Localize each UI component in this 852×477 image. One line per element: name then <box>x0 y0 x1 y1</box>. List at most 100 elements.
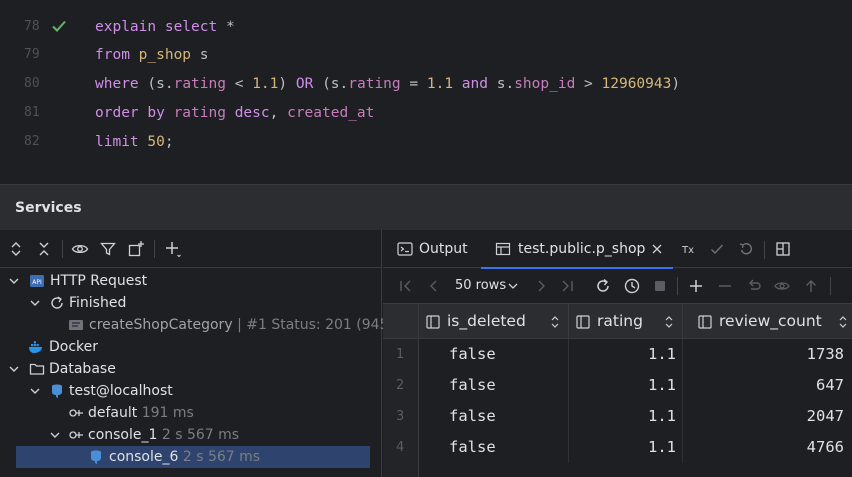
chevron-down-icon[interactable] <box>28 296 42 310</box>
results-grid[interactable]: is_deleted rating review_count 1 false 1… <box>383 304 852 477</box>
stop-icon[interactable] <box>651 277 669 295</box>
results-panel: Output test.public.p_shop Tx 50 rows is_… <box>383 230 852 477</box>
tree-item-database[interactable]: Database <box>0 358 382 380</box>
chevron-down-icon[interactable] <box>7 274 21 288</box>
folder-icon <box>29 363 45 375</box>
sql-keyword: desc <box>234 105 270 121</box>
eye-icon[interactable] <box>71 240 89 258</box>
collapse-all-icon[interactable] <box>35 240 53 258</box>
refresh-icon <box>51 296 63 309</box>
tree-item-session-console1[interactable]: console_1 2 s 567 ms <box>0 424 382 446</box>
table-cell[interactable]: false <box>419 432 569 463</box>
first-page-icon[interactable] <box>397 277 415 295</box>
table-cell[interactable]: 4766 <box>683 432 850 463</box>
rows-per-page-select[interactable]: 50 rows <box>455 268 518 304</box>
chevron-down-icon[interactable] <box>28 384 42 398</box>
layout-icon[interactable] <box>775 241 791 257</box>
chevron-down-icon <box>508 283 518 289</box>
rollback-icon[interactable] <box>738 241 754 257</box>
table-cell[interactable]: false <box>419 339 569 370</box>
sort-icon[interactable] <box>664 314 674 330</box>
sql-number: 1.1 <box>426 76 454 92</box>
next-page-icon[interactable] <box>532 277 550 295</box>
add-row-icon[interactable] <box>687 277 705 295</box>
add-icon[interactable] <box>164 240 182 258</box>
tree-item-datasource[interactable]: test@localhost <box>0 380 382 402</box>
commit-check-icon[interactable] <box>709 241 725 257</box>
sql-keyword: from <box>95 47 130 63</box>
code-line-82[interactable]: limit 50; <box>95 128 174 156</box>
tab-output[interactable]: Output <box>397 230 483 268</box>
table-cell[interactable]: 1.1 <box>569 339 683 370</box>
docker-icon <box>29 341 42 353</box>
transaction-icon[interactable]: Tx <box>681 241 697 257</box>
sql-number: 50 <box>147 134 165 150</box>
sql-token: (s. <box>322 76 349 92</box>
tree-item-request[interactable]: createShopCategory | #1 Status: 201 (945 <box>0 314 388 336</box>
prev-page-icon[interactable] <box>425 277 443 295</box>
clock-icon[interactable] <box>623 277 641 295</box>
code-line-78[interactable]: explain select * <box>95 13 235 41</box>
code-line-81[interactable]: order by rating desc, created_at <box>95 99 374 127</box>
table-cell[interactable]: 1.1 <box>569 370 683 401</box>
sql-column: rating <box>348 76 401 92</box>
preview-changes-icon[interactable] <box>773 277 791 295</box>
sql-keyword: explain select <box>95 19 218 35</box>
sql-token: , <box>269 105 279 121</box>
column-icon <box>426 315 440 329</box>
column-header-rating[interactable]: rating <box>569 304 683 339</box>
toolbar-divider <box>830 277 831 295</box>
table-cell[interactable]: 1738 <box>683 339 850 370</box>
code-line-79[interactable]: from p_shop s <box>95 41 209 69</box>
tab-label: test.public.p_shop <box>518 241 646 257</box>
expand-all-icon[interactable] <box>7 240 25 258</box>
column-header-is-deleted[interactable]: is_deleted <box>419 304 569 339</box>
reload-icon[interactable] <box>594 277 612 295</box>
table-cell[interactable]: 1.1 <box>569 401 683 432</box>
tree-item-http-request[interactable]: API HTTP Request <box>0 270 382 292</box>
tree-toolbar <box>0 230 382 268</box>
tree-item-docker[interactable]: Docker <box>0 336 382 358</box>
table-cell[interactable]: 2047 <box>683 401 850 432</box>
tab-label: Output <box>419 241 468 257</box>
table-cell[interactable]: false <box>419 401 569 432</box>
code-line-80[interactable]: where (s.rating < 1.1) OR (s.rating = 1.… <box>95 70 680 98</box>
row-number: 1 <box>383 339 419 370</box>
tree-item-finished[interactable]: Finished <box>0 292 382 314</box>
tree-item-session-default[interactable]: default 191 ms <box>0 402 382 424</box>
revert-icon[interactable] <box>745 277 763 295</box>
toolbar-divider <box>62 240 63 258</box>
sql-operator: = <box>409 76 419 92</box>
column-icon <box>576 315 590 329</box>
remove-row-icon[interactable] <box>716 277 734 295</box>
table-cell[interactable]: false <box>419 370 569 401</box>
sort-icon[interactable] <box>550 314 560 330</box>
submit-icon[interactable] <box>802 277 820 295</box>
sql-column: shop_id <box>514 76 576 92</box>
tree-item-label: Finished <box>69 295 127 311</box>
filter-icon[interactable] <box>99 240 117 258</box>
tree-item-console6[interactable]: console_6 2 s 567 ms <box>16 446 370 468</box>
tree-item-label: test@localhost <box>69 383 173 399</box>
toolbar-divider <box>154 240 155 258</box>
table-cell[interactable]: 1.1 <box>569 432 683 463</box>
column-header-review-count[interactable]: review_count <box>683 304 852 339</box>
line-number: 82 <box>24 134 40 149</box>
last-page-icon[interactable] <box>558 277 576 295</box>
close-icon[interactable] <box>652 244 662 254</box>
table-cell[interactable]: 647 <box>683 370 850 401</box>
services-title: Services <box>15 200 82 216</box>
chevron-down-icon[interactable] <box>7 362 21 376</box>
sql-editor[interactable]: 78 79 80 81 82 explain select * from p_s… <box>0 0 852 158</box>
chevron-down-icon[interactable] <box>48 428 62 442</box>
new-group-icon[interactable] <box>127 240 145 258</box>
tab-table-p-shop[interactable]: test.public.p_shop <box>481 230 673 269</box>
sort-icon[interactable] <box>838 314 848 330</box>
postgresql-icon <box>91 450 101 464</box>
session-icon <box>69 409 83 417</box>
tree-item-label: console_6 <box>109 449 179 465</box>
sql-keyword: order by <box>95 105 165 121</box>
session-icon <box>69 431 83 439</box>
row-number-partial <box>383 463 419 477</box>
sql-token: ) <box>671 76 681 92</box>
